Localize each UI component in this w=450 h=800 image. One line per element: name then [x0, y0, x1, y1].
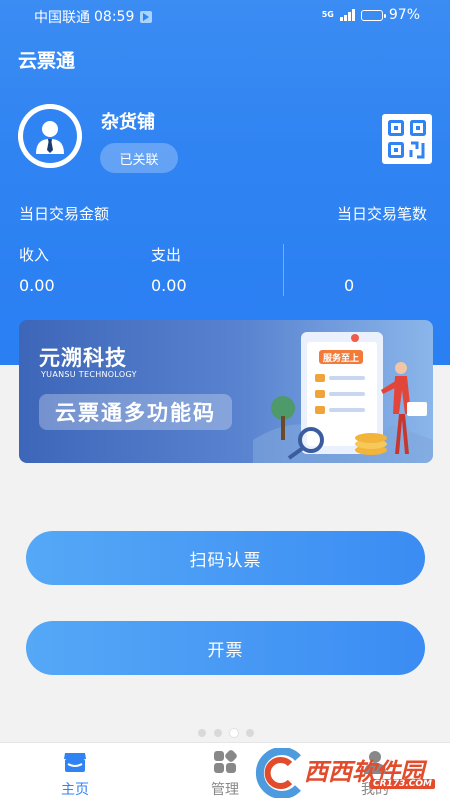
tab-manage-label: 管理: [211, 782, 239, 798]
battery-level: 97%: [388, 7, 420, 23]
battery-icon: [360, 9, 386, 21]
status-bar: 中国联通 08:59 5G 97%: [0, 0, 450, 32]
site-watermark: 西西软件园 CR173.COM: [248, 744, 450, 800]
page-dot: [198, 729, 206, 737]
count-value: 0: [344, 276, 355, 295]
shop-name: 杂货铺: [101, 112, 155, 133]
navigation-icon: [140, 11, 153, 23]
banner-brand: 元溯科技: [39, 346, 127, 370]
banner-illustration: 服务至上: [253, 332, 433, 463]
income-label: 收入: [19, 246, 50, 264]
page-dot: [214, 729, 222, 737]
app-title: 云票通: [18, 50, 76, 72]
daily-count-label: 当日交易笔数: [336, 205, 427, 223]
banner-headline: 云票通多功能码: [39, 394, 232, 430]
income-value: 0.00: [19, 276, 55, 295]
tab-home[interactable]: 主页: [30, 743, 120, 800]
clock: 08:59: [94, 9, 135, 25]
daily-amount-label: 当日交易金额: [19, 205, 110, 223]
tab-home-label: 主页: [61, 782, 89, 798]
home-shop-icon: [64, 753, 86, 772]
watermark-logo-icon: [255, 748, 301, 798]
grid-manage-icon: [214, 750, 237, 773]
issue-invoice-button[interactable]: 开票: [26, 621, 425, 675]
network-type: 5G: [321, 10, 334, 19]
expense-value: 0.00: [151, 276, 187, 295]
banner-brand-en: YUANSU TECHNOLOGY: [41, 370, 137, 379]
page-dot: [246, 729, 254, 737]
carrier-name: 中国联通: [34, 10, 90, 26]
signal-icon: [339, 9, 355, 21]
promo-banner[interactable]: 服务至上 元溯科技 YUANSU TECHNOLOGY 云票通多功能码: [19, 320, 433, 463]
divider: [283, 244, 284, 296]
expense-label: 支出: [151, 246, 182, 264]
link-status-badge: 已关联: [100, 143, 178, 173]
page-dot-active: [230, 729, 238, 737]
watermark-url: CR173.COM: [370, 779, 435, 789]
page-indicator: [198, 729, 254, 737]
qr-code-icon[interactable]: [382, 114, 432, 164]
banner-sign: 服务至上: [323, 352, 359, 364]
scan-verify-button[interactable]: 扫码认票: [26, 531, 425, 585]
user-avatar-icon[interactable]: [18, 104, 82, 168]
